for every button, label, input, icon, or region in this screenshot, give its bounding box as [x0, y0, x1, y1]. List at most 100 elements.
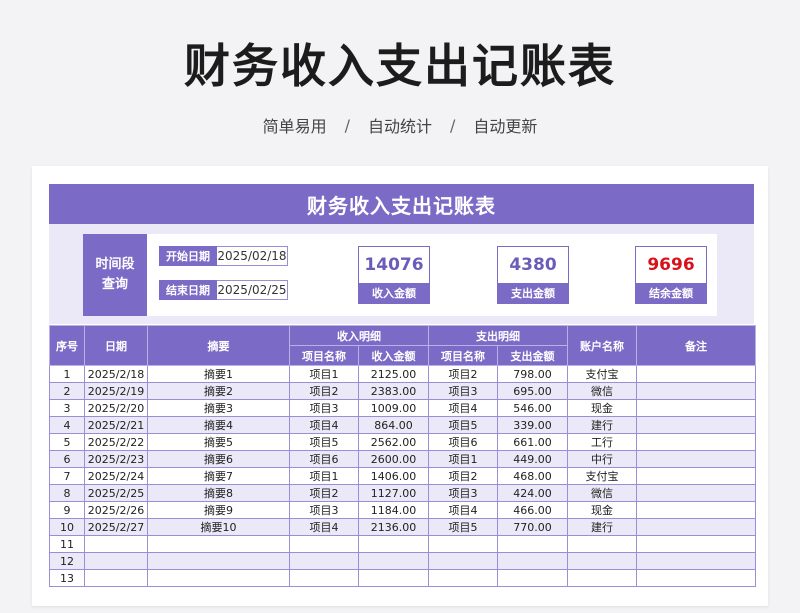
cell-expense-item[interactable] [428, 552, 498, 570]
cell-income-item[interactable]: 项目2 [289, 382, 359, 400]
cell-seq[interactable]: 6 [49, 450, 85, 468]
cell-income-item[interactable]: 项目1 [289, 467, 359, 485]
cell-seq[interactable]: 7 [49, 467, 85, 485]
cell-date[interactable]: 2025/2/23 [84, 450, 148, 468]
cell-income-item[interactable] [289, 569, 359, 587]
cell-income-item[interactable] [289, 535, 359, 553]
cell-date[interactable]: 2025/2/27 [84, 518, 148, 536]
cell-seq[interactable]: 9 [49, 501, 85, 519]
cell-remark[interactable] [636, 382, 756, 400]
cell-income-amount[interactable]: 1184.00 [358, 501, 429, 519]
cell-seq[interactable]: 8 [49, 484, 85, 502]
cell-date[interactable]: 2025/2/20 [84, 399, 148, 417]
cell-remark[interactable] [636, 552, 756, 570]
cell-income-item[interactable]: 项目4 [289, 518, 359, 536]
cell-expense-amount[interactable]: 468.00 [497, 467, 568, 485]
cell-expense-item[interactable]: 项目5 [428, 416, 498, 434]
cell-remark[interactable] [636, 501, 756, 519]
cell-remark[interactable] [636, 467, 756, 485]
cell-expense-amount[interactable]: 339.00 [497, 416, 568, 434]
cell-summary[interactable]: 摘要8 [147, 484, 290, 502]
cell-seq[interactable]: 4 [49, 416, 85, 434]
cell-income-item[interactable]: 项目1 [289, 365, 359, 383]
cell-seq[interactable]: 12 [49, 552, 85, 570]
cell-account[interactable]: 现金 [567, 399, 637, 417]
cell-date[interactable]: 2025/2/19 [84, 382, 148, 400]
cell-summary[interactable]: 摘要5 [147, 433, 290, 451]
cell-summary[interactable] [147, 569, 290, 587]
cell-expense-amount[interactable] [497, 569, 568, 587]
cell-expense-amount[interactable]: 661.00 [497, 433, 568, 451]
cell-date[interactable] [84, 535, 148, 553]
cell-income-item[interactable]: 项目2 [289, 484, 359, 502]
cell-remark[interactable] [636, 365, 756, 383]
cell-account[interactable]: 工行 [567, 433, 637, 451]
cell-date[interactable] [84, 569, 148, 587]
cell-expense-amount[interactable]: 770.00 [497, 518, 568, 536]
cell-income-amount[interactable]: 2562.00 [358, 433, 429, 451]
cell-seq[interactable]: 11 [49, 535, 85, 553]
cell-expense-item[interactable] [428, 535, 498, 553]
cell-income-item[interactable]: 项目4 [289, 416, 359, 434]
cell-account[interactable] [567, 552, 637, 570]
cell-expense-amount[interactable]: 466.00 [497, 501, 568, 519]
cell-income-amount[interactable] [358, 569, 429, 587]
cell-expense-amount[interactable]: 424.00 [497, 484, 568, 502]
cell-income-item[interactable]: 项目3 [289, 501, 359, 519]
cell-income-amount[interactable]: 2383.00 [358, 382, 429, 400]
cell-income-amount[interactable]: 1406.00 [358, 467, 429, 485]
cell-account[interactable] [567, 535, 637, 553]
cell-account[interactable] [567, 569, 637, 587]
cell-income-item[interactable]: 项目5 [289, 433, 359, 451]
cell-date[interactable] [84, 552, 148, 570]
cell-remark[interactable] [636, 484, 756, 502]
cell-account[interactable]: 建行 [567, 416, 637, 434]
cell-income-item[interactable] [289, 552, 359, 570]
cell-expense-item[interactable]: 项目2 [428, 467, 498, 485]
cell-income-amount[interactable]: 1127.00 [358, 484, 429, 502]
cell-expense-amount[interactable]: 449.00 [497, 450, 568, 468]
cell-income-amount[interactable] [358, 552, 429, 570]
cell-income-amount[interactable]: 2600.00 [358, 450, 429, 468]
cell-seq[interactable]: 13 [49, 569, 85, 587]
cell-income-item[interactable]: 项目6 [289, 450, 359, 468]
cell-summary[interactable]: 摘要7 [147, 467, 290, 485]
cell-date[interactable]: 2025/2/22 [84, 433, 148, 451]
cell-expense-item[interactable] [428, 569, 498, 587]
cell-account[interactable]: 现金 [567, 501, 637, 519]
cell-summary[interactable]: 摘要2 [147, 382, 290, 400]
cell-income-amount[interactable]: 864.00 [358, 416, 429, 434]
cell-remark[interactable] [636, 416, 756, 434]
cell-expense-amount[interactable]: 546.00 [497, 399, 568, 417]
cell-expense-item[interactable]: 项目3 [428, 484, 498, 502]
cell-expense-amount[interactable] [497, 535, 568, 553]
cell-summary[interactable]: 摘要9 [147, 501, 290, 519]
cell-income-amount[interactable]: 1009.00 [358, 399, 429, 417]
cell-seq[interactable]: 5 [49, 433, 85, 451]
cell-date[interactable]: 2025/2/25 [84, 484, 148, 502]
cell-date[interactable]: 2025/2/18 [84, 365, 148, 383]
cell-expense-item[interactable]: 项目3 [428, 382, 498, 400]
cell-seq[interactable]: 3 [49, 399, 85, 417]
cell-account[interactable]: 支付宝 [567, 365, 637, 383]
cell-seq[interactable]: 1 [49, 365, 85, 383]
cell-summary[interactable] [147, 552, 290, 570]
cell-summary[interactable]: 摘要10 [147, 518, 290, 536]
cell-date[interactable]: 2025/2/21 [84, 416, 148, 434]
cell-expense-item[interactable]: 项目4 [428, 399, 498, 417]
cell-expense-item[interactable]: 项目4 [428, 501, 498, 519]
cell-account[interactable]: 建行 [567, 518, 637, 536]
cell-summary[interactable]: 摘要4 [147, 416, 290, 434]
cell-summary[interactable]: 摘要1 [147, 365, 290, 383]
start-date-field[interactable]: 2025/02/18 [217, 246, 288, 266]
cell-account[interactable]: 中行 [567, 450, 637, 468]
cell-account[interactable]: 支付宝 [567, 467, 637, 485]
cell-date[interactable]: 2025/2/26 [84, 501, 148, 519]
cell-seq[interactable]: 2 [49, 382, 85, 400]
cell-income-amount[interactable] [358, 535, 429, 553]
cell-expense-item[interactable]: 项目1 [428, 450, 498, 468]
cell-expense-item[interactable]: 项目6 [428, 433, 498, 451]
cell-expense-amount[interactable]: 798.00 [497, 365, 568, 383]
cell-income-amount[interactable]: 2136.00 [358, 518, 429, 536]
cell-remark[interactable] [636, 518, 756, 536]
